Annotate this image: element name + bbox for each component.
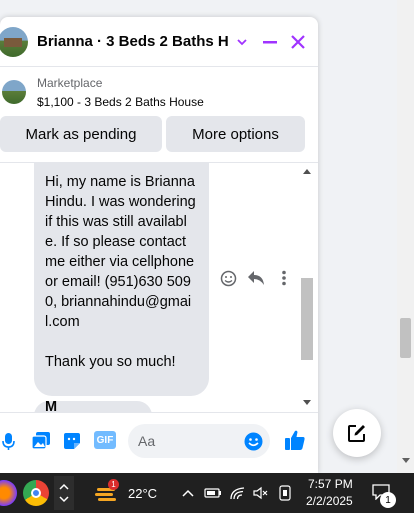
page-scrollbar-thumb[interactable] <box>400 318 411 358</box>
message-scrollbar[interactable] <box>300 162 314 412</box>
marketplace-label: Marketplace <box>37 76 103 90</box>
reply-icon[interactable] <box>247 269 265 287</box>
new-message-button[interactable] <box>333 409 381 457</box>
listing-thumbnail[interactable] <box>2 80 26 104</box>
app-icon[interactable] <box>0 480 17 506</box>
gif-button[interactable]: GIF <box>94 431 116 449</box>
battery-icon[interactable] <box>204 486 222 500</box>
sticker-icon[interactable] <box>62 431 82 451</box>
more-vertical-icon[interactable] <box>275 269 293 287</box>
clock-date[interactable]: 2/2/2025 <box>306 494 353 508</box>
mark-as-pending-button[interactable]: Mark as pending <box>0 116 162 152</box>
emoji-icon[interactable] <box>244 432 263 451</box>
message-bubble[interactable]: Hi, my name is Brianna Hindu. I was wond… <box>34 163 209 396</box>
microphone-icon[interactable] <box>0 431 20 451</box>
wifi-icon[interactable] <box>230 486 246 500</box>
weather-icon[interactable]: 1 <box>95 479 119 504</box>
listing-title[interactable]: $1,100 - 3 Beds 2 Baths House <box>37 95 204 109</box>
device-icon[interactable] <box>279 485 291 501</box>
compose-icon <box>348 425 365 442</box>
message-scrollbar-thumb[interactable] <box>301 278 313 360</box>
volume-muted-icon[interactable] <box>252 486 268 500</box>
react-icon[interactable] <box>219 269 237 287</box>
minimize-icon[interactable] <box>262 34 278 50</box>
scroll-down-arrow[interactable] <box>303 400 311 405</box>
more-options-button[interactable]: More options <box>166 116 305 152</box>
scroll-up-arrow[interactable] <box>303 169 311 174</box>
marketplace-listing-header[interactable]: Marketplace $1,100 - 3 Beds 2 Baths Hous… <box>0 68 318 114</box>
clock-time[interactable]: 7:57 PM <box>308 477 353 491</box>
page-scroll-down-arrow[interactable] <box>402 458 410 463</box>
message-peek-text: M <box>45 399 58 412</box>
composer-bar: GIF <box>0 412 318 473</box>
temperature-label[interactable]: 22°C <box>128 486 157 501</box>
chat-title[interactable]: Brianna · 3 Beds 2 Baths H... <box>37 33 229 50</box>
page-scrollbar[interactable] <box>397 0 414 473</box>
taskbar-overflow-button[interactable] <box>54 476 74 510</box>
chevron-up-down-icon <box>59 483 69 503</box>
chat-header[interactable]: Brianna · 3 Beds 2 Baths H... <box>0 17 318 67</box>
weather-badge: 1 <box>108 479 119 490</box>
chrome-icon[interactable] <box>23 480 49 506</box>
message-bubble-next[interactable]: M <box>34 399 152 412</box>
notification-count-badge: 1 <box>380 492 396 508</box>
chevron-down-icon[interactable] <box>236 36 248 48</box>
photo-icon[interactable] <box>31 431 51 451</box>
avatar[interactable] <box>0 26 28 57</box>
show-hidden-icons-icon[interactable] <box>182 488 194 498</box>
windows-taskbar: 1 22°C 7:57 PM 2/2/2025 1 <box>0 473 414 513</box>
thumbs-up-icon[interactable] <box>284 429 306 451</box>
chat-window: Brianna · 3 Beds 2 Baths H... Marketplac… <box>0 17 318 473</box>
message-list[interactable]: Hi, my name is Brianna Hindu. I was wond… <box>0 162 318 412</box>
close-icon[interactable] <box>290 34 306 50</box>
